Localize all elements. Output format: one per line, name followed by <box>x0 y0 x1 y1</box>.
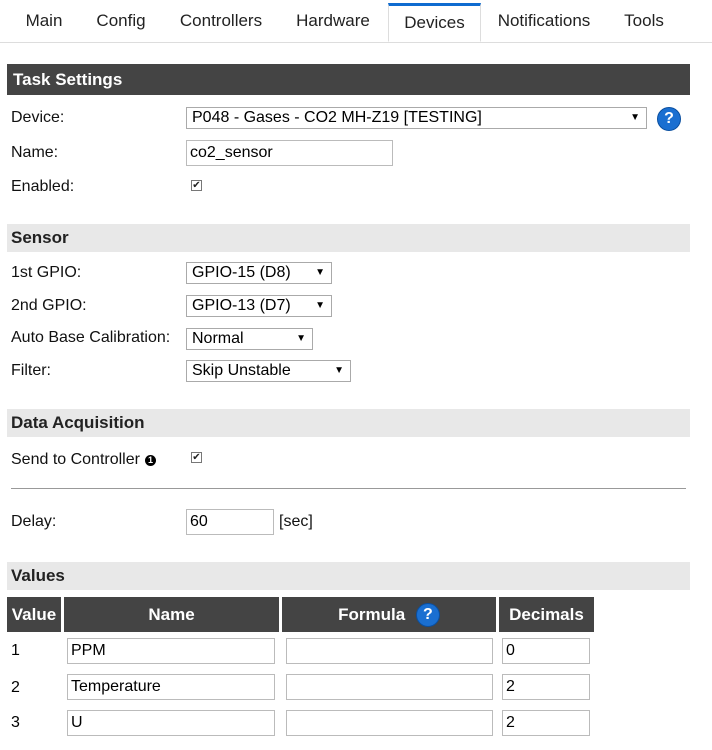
chevron-down-icon: ▼ <box>296 333 306 344</box>
value-formula-input[interactable] <box>286 638 493 664</box>
values-header: Values <box>7 562 690 590</box>
enabled-checkbox[interactable]: ✔ <box>191 180 202 191</box>
gpio2-select[interactable]: GPIO-13 (D7) ▼ <box>186 295 332 317</box>
tab-controllers[interactable]: Controllers <box>168 4 274 40</box>
device-label: Device: <box>11 109 65 126</box>
value-decimals-input[interactable]: 2 <box>502 674 590 700</box>
column-header-value: Value <box>7 597 61 632</box>
name-label: Name: <box>11 144 59 161</box>
value-row-index: 2 <box>11 679 20 696</box>
delay-input[interactable]: 60 <box>186 509 274 535</box>
name-input[interactable]: co2_sensor <box>186 140 393 166</box>
value-row-index: 1 <box>11 642 20 659</box>
gpio1-select-value: GPIO-15 (D8) <box>192 264 291 281</box>
delay-unit: [sec] <box>279 513 313 530</box>
column-header-name: Name <box>64 597 279 632</box>
tab-notifications[interactable]: Notifications <box>486 4 602 40</box>
send-to-controller-checkbox[interactable]: ✔ <box>191 452 202 463</box>
tab-bar: Main Config Controllers Hardware Devices… <box>0 0 712 43</box>
device-select[interactable]: P048 - Gases - CO2 MH-Z19 [TESTING] ▼ <box>186 107 647 129</box>
column-header-formula: Formula ? <box>282 597 496 632</box>
sensor-header: Sensor <box>7 224 690 252</box>
filter-label: Filter: <box>11 362 51 379</box>
value-name-input[interactable]: PPM <box>67 638 275 664</box>
chevron-down-icon: ▼ <box>315 300 325 311</box>
value-decimals-input[interactable]: 0 <box>502 638 590 664</box>
gpio1-label: 1st GPIO: <box>11 264 82 281</box>
formula-help-icon[interactable]: ? <box>415 602 440 627</box>
chevron-down-icon: ▼ <box>315 267 325 278</box>
enabled-label: Enabled: <box>11 178 75 195</box>
gpio1-select[interactable]: GPIO-15 (D8) ▼ <box>186 262 332 284</box>
tab-main[interactable]: Main <box>12 4 76 40</box>
abc-label: Auto Base Calibration: <box>11 329 171 346</box>
chevron-down-icon: ▼ <box>630 112 640 123</box>
value-formula-input[interactable] <box>286 674 493 700</box>
filter-select-value: Skip Unstable <box>192 362 291 379</box>
delay-label: Delay: <box>11 513 57 530</box>
device-help-icon[interactable]: ? <box>657 107 681 131</box>
gpio2-label: 2nd GPIO: <box>11 297 87 314</box>
value-name-input[interactable]: U <box>67 710 275 736</box>
filter-select[interactable]: Skip Unstable ▼ <box>186 360 351 382</box>
value-name-input[interactable]: Temperature <box>67 674 275 700</box>
tab-devices[interactable]: Devices <box>388 3 481 42</box>
value-formula-input[interactable] <box>286 710 493 736</box>
gpio2-select-value: GPIO-13 (D7) <box>192 297 291 314</box>
formula-header-label: Formula <box>338 605 406 624</box>
send-to-controller-text: Send to Controller <box>11 451 140 468</box>
device-select-value: P048 - Gases - CO2 MH-Z19 [TESTING] <box>192 109 482 126</box>
column-header-decimals: Decimals <box>499 597 594 632</box>
abc-select-value: Normal <box>192 330 244 347</box>
chevron-down-icon: ▼ <box>334 365 344 376</box>
abc-select[interactable]: Normal ▼ <box>186 328 313 350</box>
tab-hardware[interactable]: Hardware <box>284 4 382 40</box>
data-acquisition-header: Data Acquisition <box>7 409 690 437</box>
task-settings-header: Task Settings <box>7 64 690 95</box>
info-icon[interactable]: 1 <box>144 455 156 466</box>
tab-config[interactable]: Config <box>84 4 158 40</box>
value-decimals-input[interactable]: 2 <box>502 710 590 736</box>
send-to-controller-label: Send to Controller 1 <box>11 451 156 469</box>
value-row-index: 3 <box>11 714 20 731</box>
divider <box>11 488 686 489</box>
tab-tools[interactable]: Tools <box>612 4 676 40</box>
